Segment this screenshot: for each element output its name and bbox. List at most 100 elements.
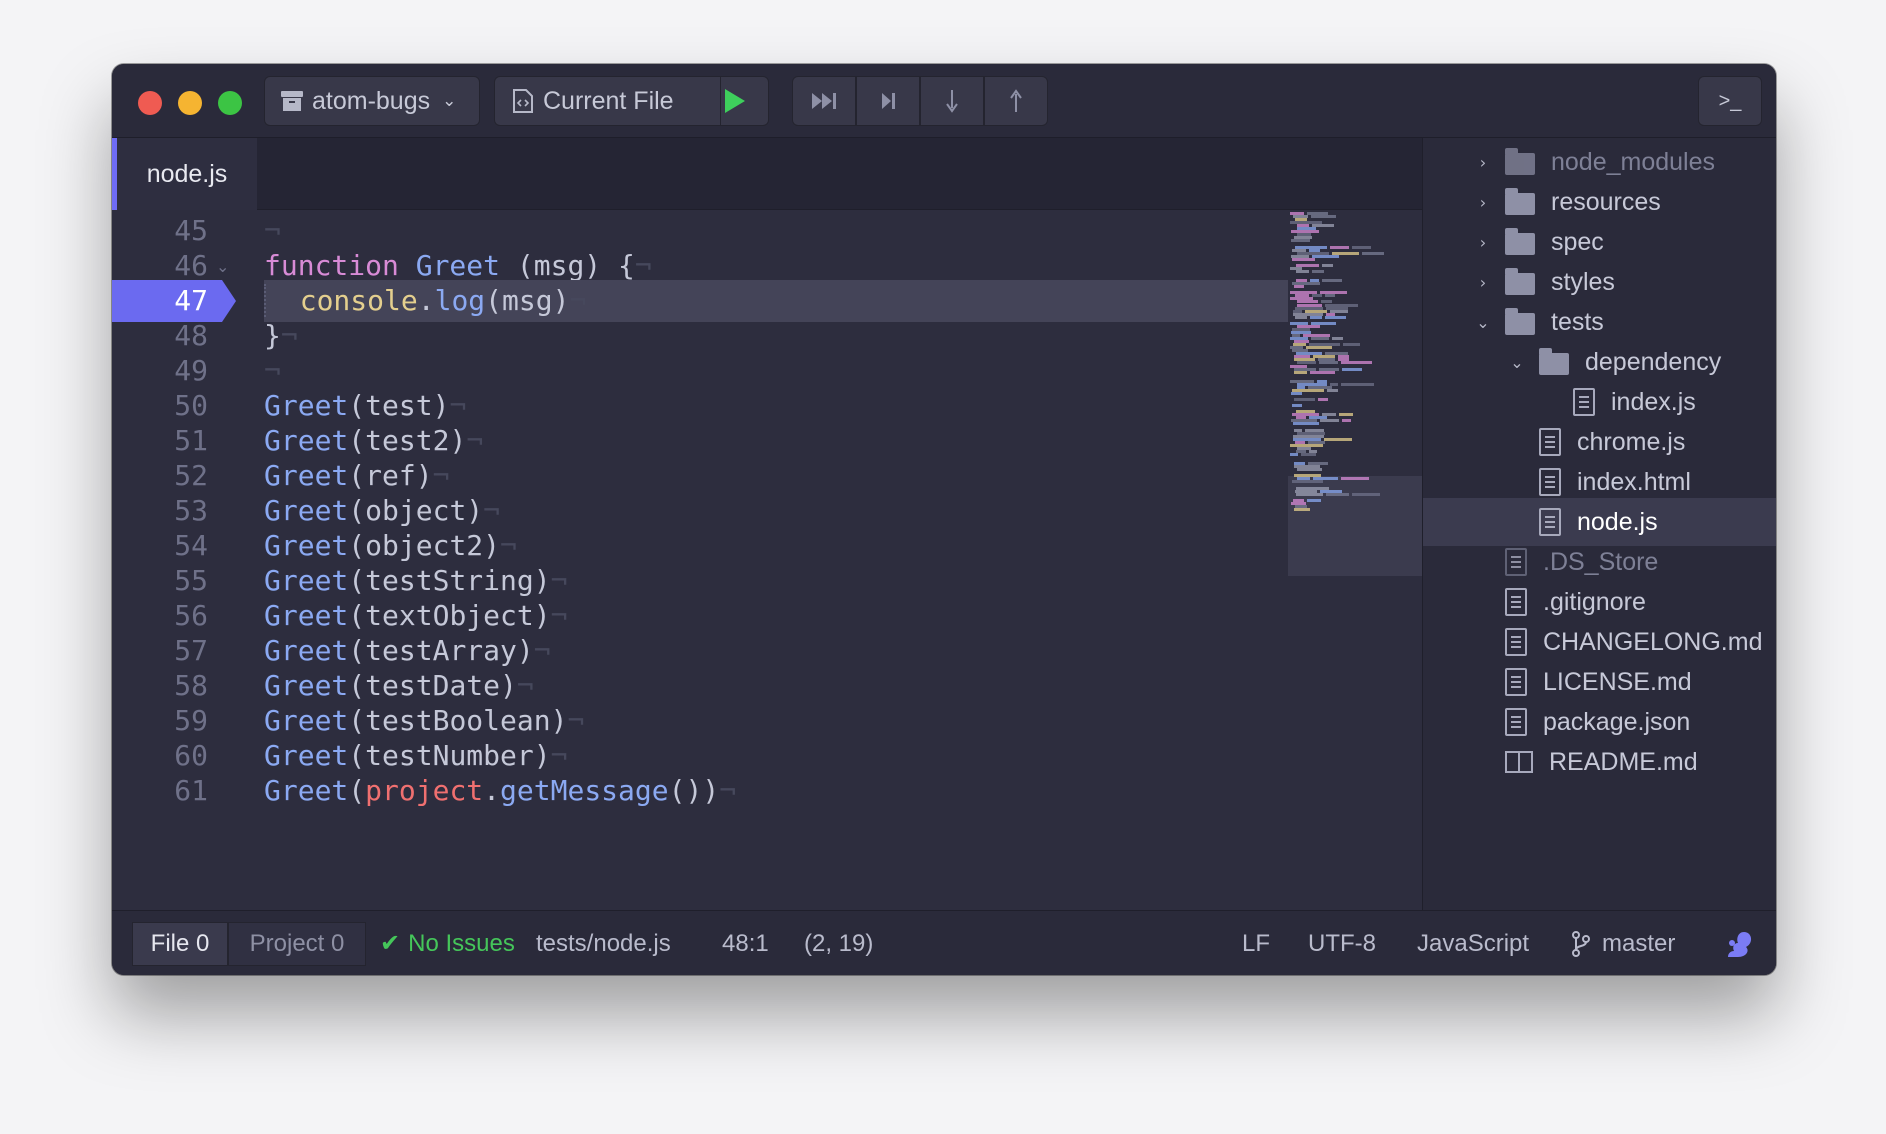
encoding-selector[interactable]: UTF-8 (1308, 911, 1376, 975)
tab-node-js[interactable]: node.js (112, 138, 257, 210)
chevron-down-icon: ⌄ (1476, 312, 1490, 332)
tree-item-label: node_modules (1551, 147, 1716, 176)
minimap-line (1322, 263, 1333, 267)
file-text-icon (1505, 708, 1527, 736)
minimap-line (1312, 254, 1339, 258)
step-into-button[interactable] (920, 76, 984, 126)
minimap-line (1324, 437, 1352, 441)
grammar-selector[interactable]: JavaScript (1417, 911, 1529, 975)
tree-item-label: spec (1551, 227, 1604, 256)
minimap-line (1301, 452, 1316, 456)
minimap-line (1296, 492, 1323, 496)
folder-icon (1505, 308, 1535, 335)
tree-item-label: CHANGELONG.md (1543, 627, 1763, 656)
minimap-line (1295, 315, 1307, 319)
minimap-line (1292, 404, 1302, 408)
cursor-position[interactable]: 48:1 (722, 911, 769, 975)
tree-item-label: resources (1551, 187, 1661, 216)
file-text-icon (1573, 388, 1595, 416)
tree-item-label: chrome.js (1577, 427, 1686, 456)
minimize-window-button[interactable] (178, 91, 202, 115)
linter-status-label: No Issues (408, 929, 515, 957)
folder-icon (1505, 228, 1535, 255)
git-branch-icon (1572, 930, 1590, 957)
terminal-toggle-button[interactable]: >_ (1698, 76, 1762, 126)
minimap-line (1342, 367, 1362, 371)
file-text-icon (1539, 508, 1561, 536)
run-target-label: Current File (543, 86, 674, 115)
chevron-right-icon: › (1479, 232, 1487, 252)
minimap-line (1325, 294, 1335, 298)
check-icon: ✔ (380, 930, 401, 957)
tree-item-label: LICENSE.md (1543, 667, 1692, 696)
close-window-button[interactable] (138, 91, 162, 115)
step-over-fast-icon (812, 93, 836, 109)
minimap-line (1341, 477, 1369, 481)
selection-count: (2, 19) (804, 929, 874, 957)
minimap-line (1319, 361, 1338, 365)
chevron-right-icon: › (1479, 152, 1487, 172)
folder-icon (1505, 148, 1535, 175)
step-into-icon (946, 90, 958, 113)
tree-item-label: .DS_Store (1543, 547, 1659, 576)
minimap[interactable] (1288, 210, 1422, 910)
file-issues-tab[interactable]: File 0 (132, 922, 228, 966)
squirrel-icon (1728, 931, 1752, 957)
resume-button[interactable] (792, 76, 856, 126)
folder-icon (1505, 268, 1535, 295)
squirrel-update-icon[interactable] (1724, 911, 1754, 975)
minimap-line (1311, 337, 1329, 341)
file-text-icon (1505, 628, 1527, 656)
minimap-line (1312, 269, 1324, 273)
minimap-line (1292, 257, 1315, 261)
minimap-line (1290, 452, 1298, 456)
folder-icon (1505, 188, 1535, 215)
chevron-right-icon: › (1479, 272, 1487, 292)
tree-item-label: package.json (1543, 707, 1691, 736)
file-text-icon (1505, 548, 1527, 576)
linter-status[interactable]: ✔ No Issues (380, 911, 515, 975)
book-icon (1505, 751, 1533, 773)
minimap-line (1294, 285, 1304, 289)
file-text-icon (1539, 428, 1561, 456)
minimap-line (1325, 315, 1346, 319)
tree-item-label: styles (1551, 267, 1615, 296)
project-name: atom-bugs (312, 86, 431, 115)
minimap-line (1330, 245, 1349, 249)
minimap-line (1294, 507, 1310, 511)
code-editor[interactable]: 45 ¬ 46 ⌄ function Greet (msg) {¬ 47 con… (112, 210, 1422, 910)
step-next-button[interactable] (856, 76, 920, 126)
tree-item-label: index.js (1611, 387, 1696, 416)
minimap-line (1320, 419, 1339, 423)
git-branch[interactable]: master (1572, 911, 1675, 975)
editor-window: atom-bugs ⌄ Current File >_ node.js 45 ¬… (112, 64, 1776, 975)
chevron-down-icon: ⌄ (1510, 352, 1524, 372)
minimap-line (1310, 370, 1335, 374)
step-out-button[interactable] (984, 76, 1048, 126)
project-issues-tab[interactable]: Project 0 (228, 922, 366, 966)
tree-item-label: index.html (1577, 467, 1691, 496)
project-selector[interactable]: atom-bugs ⌄ (264, 76, 480, 126)
line-ending-selector[interactable]: LF (1242, 911, 1270, 975)
play-icon[interactable] (725, 89, 745, 113)
minimap-line (1291, 239, 1310, 243)
tree-item-label: README.md (1549, 747, 1698, 776)
step-next-icon (882, 93, 895, 109)
file-code-icon (513, 89, 533, 113)
tree-view: › node_modules › resources › spec › styl… (1422, 138, 1776, 975)
chevron-right-icon: › (1479, 192, 1487, 212)
archive-icon (281, 91, 303, 111)
minimap-line (1292, 480, 1323, 484)
tree-file-readme-md[interactable]: README.md (1423, 738, 1776, 786)
run-target-selector[interactable]: Current File (494, 76, 769, 126)
maximize-window-button[interactable] (218, 91, 242, 115)
minimap-line (1326, 492, 1349, 496)
step-out-icon (1010, 89, 1022, 112)
status-bar: File 0 Project 0 ✔ No Issues tests/node.… (112, 910, 1776, 975)
divider (701, 77, 721, 125)
minimap-line (1318, 398, 1328, 402)
minimap-line (1341, 382, 1374, 386)
file-text-icon (1505, 588, 1527, 616)
folder-icon (1539, 348, 1569, 375)
file-path[interactable]: tests/node.js (536, 911, 671, 975)
